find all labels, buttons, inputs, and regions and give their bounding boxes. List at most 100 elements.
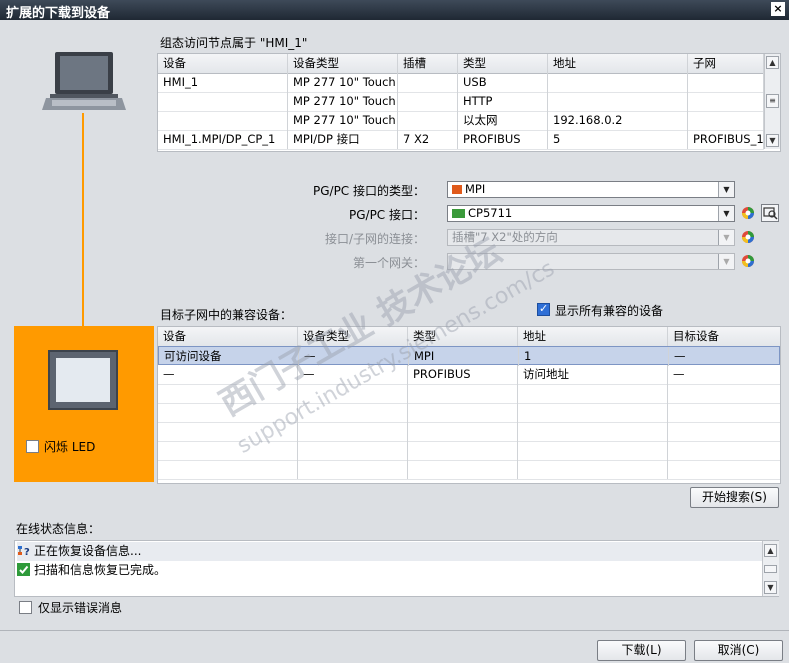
cell-device-type: MP 277 10" Touch xyxy=(288,111,398,130)
col-subnet[interactable]: 子网 xyxy=(688,54,764,73)
col-device-type[interactable]: 设备类型 xyxy=(288,54,398,73)
connection-value: 插槽"7 X2"处的方向 xyxy=(452,230,558,244)
cell-subnet: PROFIBUS_1 xyxy=(688,130,764,149)
properties-shield-icon[interactable] xyxy=(741,206,755,220)
iface-type-value: MPI xyxy=(465,182,486,196)
table-row-empty xyxy=(158,403,780,423)
cell-target-device: — xyxy=(674,349,686,363)
errors-only-label: 仅显示错误消息 xyxy=(38,601,123,615)
cell-address: 1 xyxy=(519,347,669,366)
properties-shield-icon[interactable] xyxy=(741,230,755,244)
show-all-label: 显示所有兼容的设备 xyxy=(555,304,664,318)
table-row[interactable]: — — PROFIBUS 访问地址 — xyxy=(158,365,780,385)
table-row[interactable]: MP 277 10" Touch HTTP xyxy=(158,92,764,112)
scroll-up-icon[interactable]: ▲ xyxy=(764,544,777,557)
chevron-down-icon[interactable]: ▼ xyxy=(718,254,734,269)
cell-type: PROFIBUS xyxy=(458,130,548,149)
cell-type: 以太网 xyxy=(458,111,548,130)
status-scrollbar[interactable]: ▲ ▼ xyxy=(762,541,779,596)
status-text: 扫描和信息恢复已完成。 xyxy=(34,563,167,577)
gateway-label: 第一个网关： xyxy=(352,256,425,270)
scroll-up-icon[interactable]: ▲ xyxy=(766,56,779,69)
table-row-empty xyxy=(158,422,780,442)
cell-target-device: — xyxy=(673,367,685,381)
connection-select[interactable]: 插槽"7 X2"处的方向 ▼ xyxy=(447,229,735,246)
table-row[interactable]: HMI_1 MP 277 10" Touch USB xyxy=(158,73,764,93)
scroll-down-icon[interactable]: ▼ xyxy=(766,134,779,147)
col-device-type[interactable]: 设备类型 xyxy=(298,327,408,346)
cell-device: HMI_1.MPI/DP_CP_1 xyxy=(158,130,288,149)
cell-slot xyxy=(398,111,458,130)
col-target-device[interactable]: 目标设备 xyxy=(668,327,780,346)
cell-device: — xyxy=(158,365,298,384)
network-question-icon: ? xyxy=(18,546,30,557)
card-icon xyxy=(452,209,465,218)
scroll-down-icon[interactable]: ▼ xyxy=(764,581,777,594)
table-row[interactable]: 可访问设备 — MPI 1 — xyxy=(158,346,780,366)
col-device[interactable]: 设备 xyxy=(158,327,298,346)
start-search-button[interactable]: 开始搜索(S) xyxy=(690,487,779,508)
iface-type-label: PG/PC 接口的类型： xyxy=(312,184,425,198)
table-row[interactable]: MP 277 10" Touch 以太网 192.168.0.2 xyxy=(158,111,764,131)
device-table-caption: 组态访问节点属于 "HMI_1" xyxy=(160,36,308,50)
cell-type: MPI xyxy=(409,347,519,366)
table-row-empty xyxy=(158,460,780,480)
diagnostics-icon[interactable] xyxy=(761,204,779,222)
connection-label: 接口/子网的连接： xyxy=(324,232,425,246)
status-text: 正在恢复设备信息... xyxy=(34,544,142,558)
cell-device-type: — xyxy=(298,365,408,384)
cell-device-type: MP 277 10" Touch xyxy=(288,92,398,111)
chevron-down-icon[interactable]: ▼ xyxy=(718,206,734,221)
scroll-thumb[interactable] xyxy=(764,565,777,573)
download-button[interactable]: 下载(L) xyxy=(597,640,686,661)
chevron-down-icon[interactable]: ▼ xyxy=(718,182,734,197)
cancel-button[interactable]: 取消(C) xyxy=(694,640,783,661)
cell-device xyxy=(158,92,288,111)
device-table-scrollbar[interactable]: ▲ ≡ ▼ xyxy=(764,54,780,149)
cell-address xyxy=(548,73,688,92)
table-row[interactable]: HMI_1.MPI/DP_CP_1 MPI/DP 接口 7 X2 PROFIBU… xyxy=(158,130,764,150)
list-item[interactable]: 扫描和信息恢复已完成。 xyxy=(17,561,166,580)
close-icon[interactable]: × xyxy=(771,2,785,16)
cell-slot xyxy=(398,73,458,92)
col-address[interactable]: 地址 xyxy=(548,54,688,73)
cell-device-type: MPI/DP 接口 xyxy=(288,130,398,149)
col-device[interactable]: 设备 xyxy=(158,54,288,73)
col-address[interactable]: 地址 xyxy=(518,327,668,346)
iface-select[interactable]: CP5711 ▼ xyxy=(447,205,735,222)
hmi-device-icon xyxy=(48,350,118,410)
col-type[interactable]: 类型 xyxy=(408,327,518,346)
scroll-thumb[interactable]: ≡ xyxy=(766,94,779,108)
flash-led-checkbox[interactable] xyxy=(26,440,39,453)
iface-type-select[interactable]: MPI ▼ xyxy=(447,181,735,198)
gateway-select[interactable]: ▼ xyxy=(447,253,735,270)
list-item[interactable]: ? 正在恢复设备信息... xyxy=(17,542,762,561)
show-all-checkbox[interactable] xyxy=(537,302,550,316)
col-slot[interactable]: 插槽 xyxy=(398,54,458,73)
cell-device-type: MP 277 10" Touch xyxy=(288,73,398,92)
cell-type: HTTP xyxy=(458,92,548,111)
cell-subnet xyxy=(688,73,764,92)
cell-slot: 7 X2 xyxy=(398,130,458,149)
cell-address xyxy=(548,92,688,111)
cell-subnet xyxy=(688,111,764,130)
cell-type: USB xyxy=(458,73,548,92)
cell-device xyxy=(158,111,288,130)
iface-label: PG/PC 接口： xyxy=(348,208,425,222)
table-row-empty xyxy=(158,441,780,461)
connection-line xyxy=(82,113,84,350)
cell-type: PROFIBUS xyxy=(408,365,518,384)
cell-address: 5 xyxy=(548,130,688,149)
compat-caption: 目标子网中的兼容设备： xyxy=(160,308,293,322)
green-check-icon xyxy=(17,563,30,576)
device-table: 设备 设备类型 插槽 类型 地址 子网 HMI_1 MP 277 10" Tou… xyxy=(157,53,781,152)
chevron-down-icon[interactable]: ▼ xyxy=(718,230,734,245)
errors-only-checkbox[interactable] xyxy=(19,601,32,614)
online-status-caption: 在线状态信息： xyxy=(16,522,101,536)
online-status-list: ? 正在恢复设备信息... 扫描和信息恢复已完成。 ▲ ▼ xyxy=(14,540,779,597)
properties-shield-icon[interactable] xyxy=(741,254,755,268)
svg-text:?: ? xyxy=(24,547,30,557)
compat-table: 设备 设备类型 类型 地址 目标设备 可访问设备 — MPI 1 — — — P… xyxy=(157,326,781,484)
flash-led-label: 闪烁 LED xyxy=(44,440,96,454)
col-type[interactable]: 类型 xyxy=(458,54,548,73)
